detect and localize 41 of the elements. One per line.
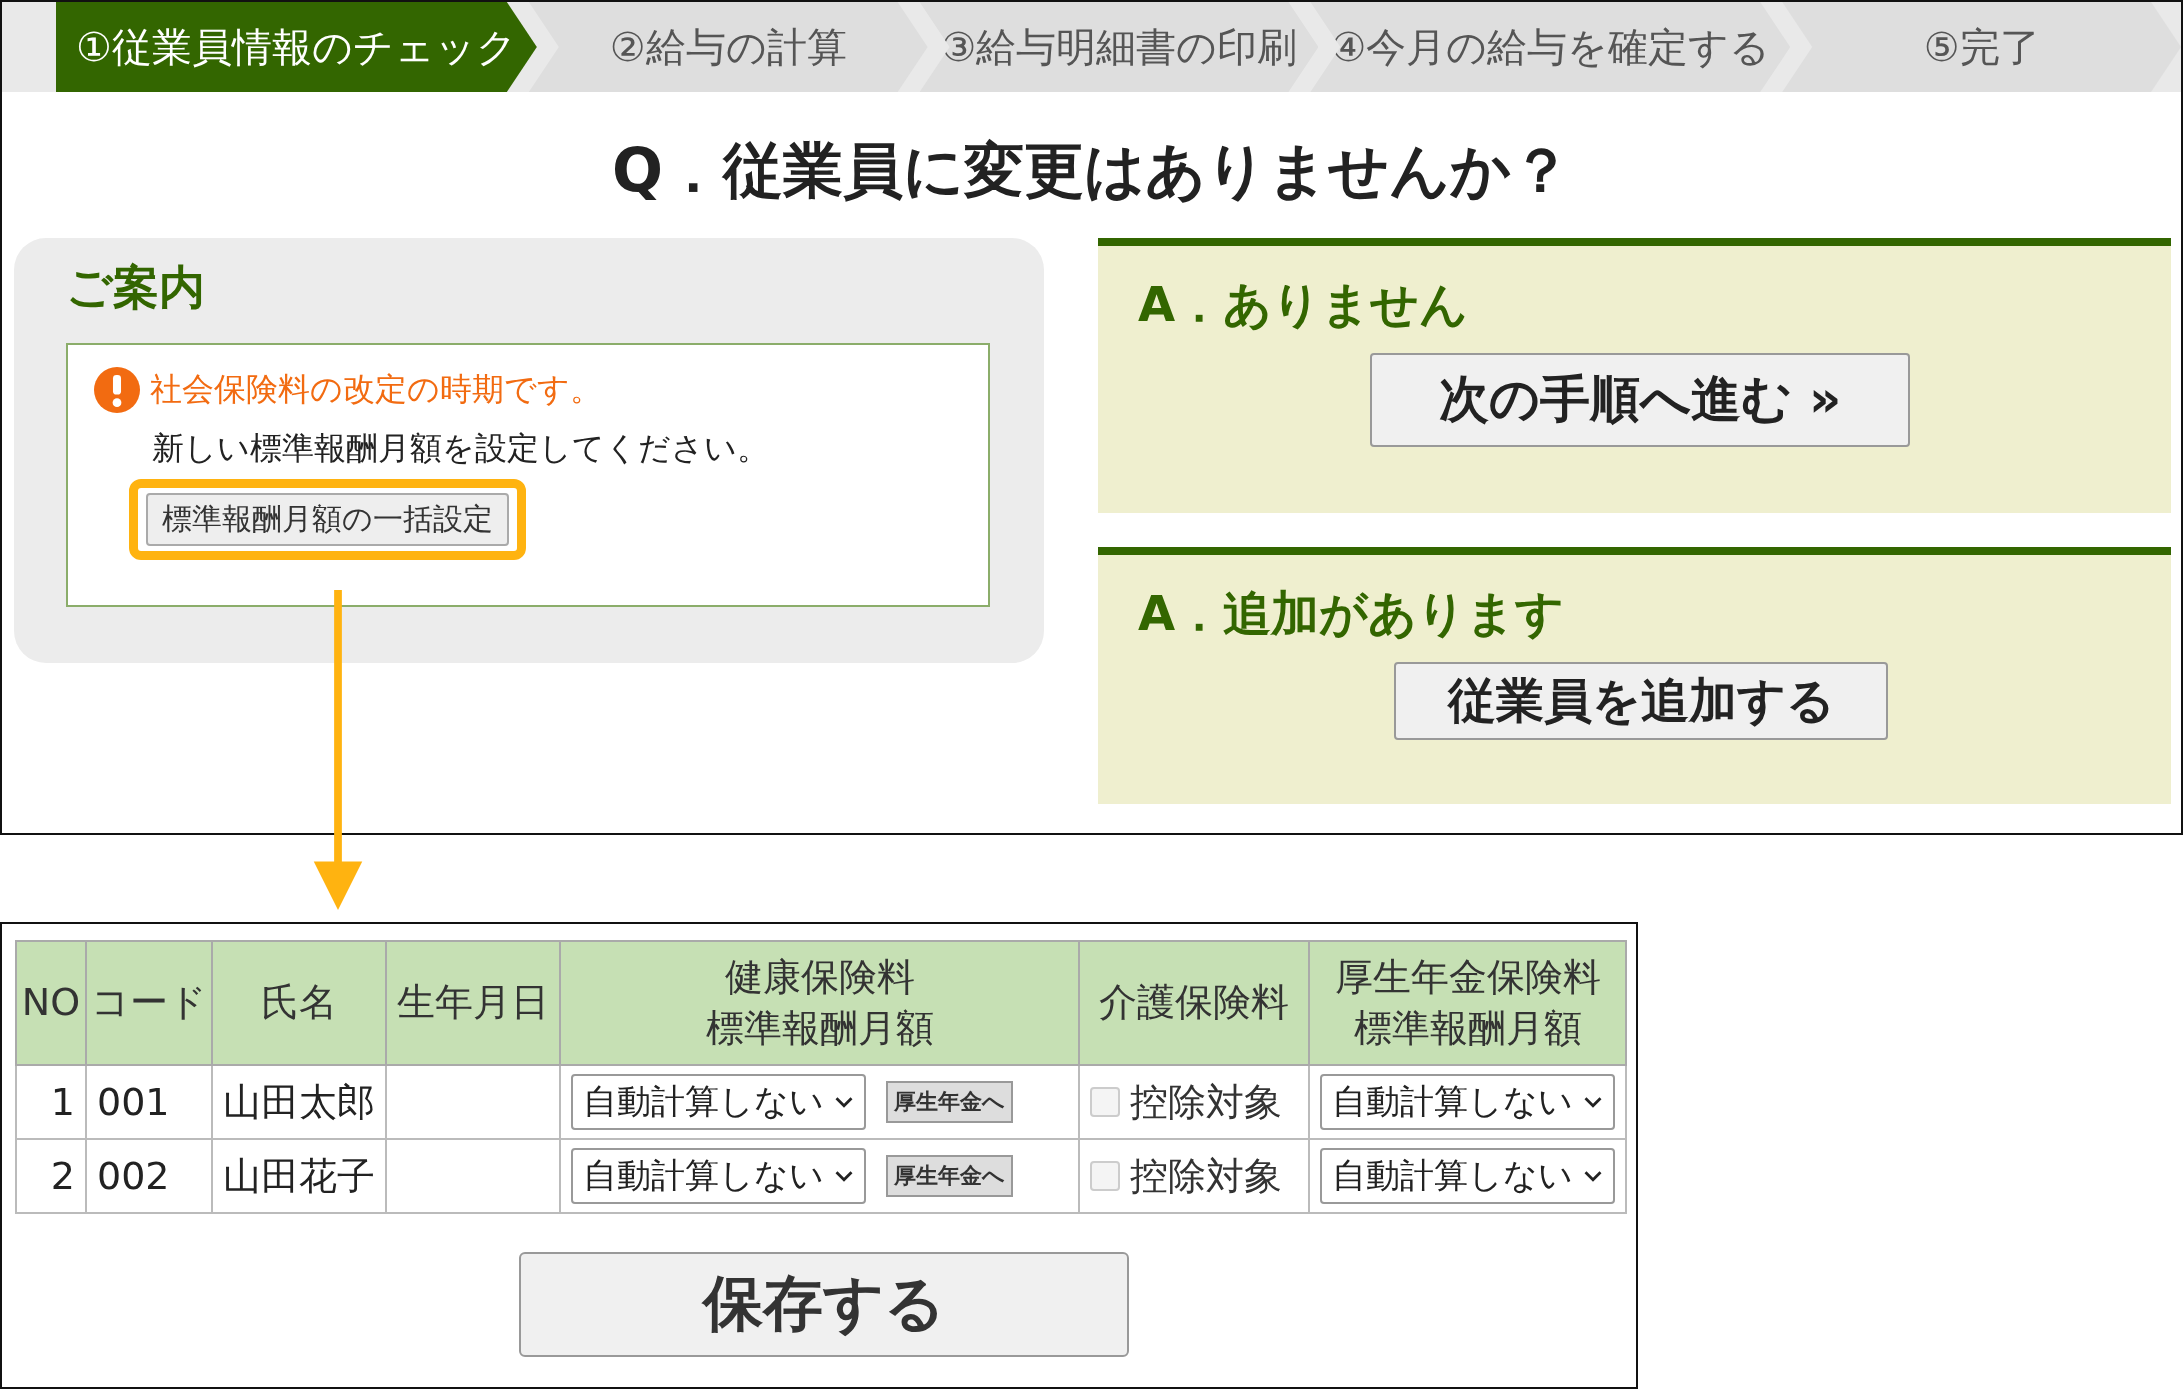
exclamation-icon bbox=[94, 367, 140, 414]
table-cell: 002 bbox=[86, 1139, 212, 1213]
table-cell: 山田花子 bbox=[212, 1139, 386, 1213]
notice-message: 新しい標準報酬月額を設定してください。 bbox=[152, 428, 770, 470]
column-header: 生年月日 bbox=[397, 979, 549, 1027]
question-title: Q．従業員に変更はありませんか？ bbox=[611, 134, 1572, 207]
dropdown[interactable]: 自動計算しない bbox=[571, 1074, 866, 1130]
checkbox-label: 控除対象 bbox=[1130, 1152, 1282, 1200]
column-header: NO bbox=[21, 979, 81, 1027]
table-cell: 1 bbox=[16, 1065, 86, 1139]
warning-text: 社会保険料の改定の時期です。 bbox=[150, 369, 602, 411]
dropdown[interactable]: 自動計算しない bbox=[571, 1148, 866, 1204]
column-header: コード bbox=[91, 979, 207, 1027]
table-cell: 山田太郎 bbox=[212, 1065, 386, 1139]
chevron-down-icon bbox=[1583, 1169, 1603, 1183]
chevron-down-icon bbox=[834, 1169, 854, 1183]
bulk-setting-button[interactable]: 標準報酬月額の一括設定 bbox=[146, 493, 509, 547]
dropdown[interactable]: 自動計算しない bbox=[1320, 1074, 1615, 1130]
guide-title: ご案内 bbox=[66, 260, 206, 316]
column-header: 標準報酬月額 bbox=[705, 1005, 934, 1052]
chevron-down-icon bbox=[1583, 1095, 1603, 1109]
table-cell: 2 bbox=[16, 1139, 86, 1213]
copy-button[interactable]: 厚生年金へ bbox=[886, 1081, 1013, 1123]
step-tab[interactable]: ⑤完了 bbox=[1782, 2, 2181, 92]
copy-button[interactable]: 厚生年金へ bbox=[886, 1155, 1013, 1197]
column-header: 厚生年金保険料 bbox=[1334, 953, 1601, 1001]
step-tab[interactable]: ①従業員情報のチェック bbox=[56, 2, 537, 92]
answer-button[interactable]: 次の手順へ進む » bbox=[1370, 352, 1910, 447]
answer-label: A．ありません bbox=[1138, 278, 1470, 331]
answer-button[interactable]: 従業員を追加する bbox=[1394, 661, 1888, 740]
save-button[interactable]: 保存する bbox=[519, 1252, 1129, 1357]
table-cell: 001 bbox=[86, 1065, 212, 1139]
column-header: 健康保険料 bbox=[724, 953, 915, 1001]
step-tab[interactable]: ②給与の計算 bbox=[528, 2, 928, 92]
dropdown[interactable]: 自動計算しない bbox=[1320, 1148, 1615, 1204]
column-header: 介護保険料 bbox=[1099, 979, 1289, 1027]
checkbox-label: 控除対象 bbox=[1130, 1078, 1282, 1126]
column-header: 氏名 bbox=[261, 979, 337, 1027]
answer-label: A．追加があります bbox=[1138, 587, 1566, 640]
chevron-down-icon bbox=[834, 1095, 854, 1109]
column-header: 標準報酬月額 bbox=[1353, 1005, 1582, 1052]
